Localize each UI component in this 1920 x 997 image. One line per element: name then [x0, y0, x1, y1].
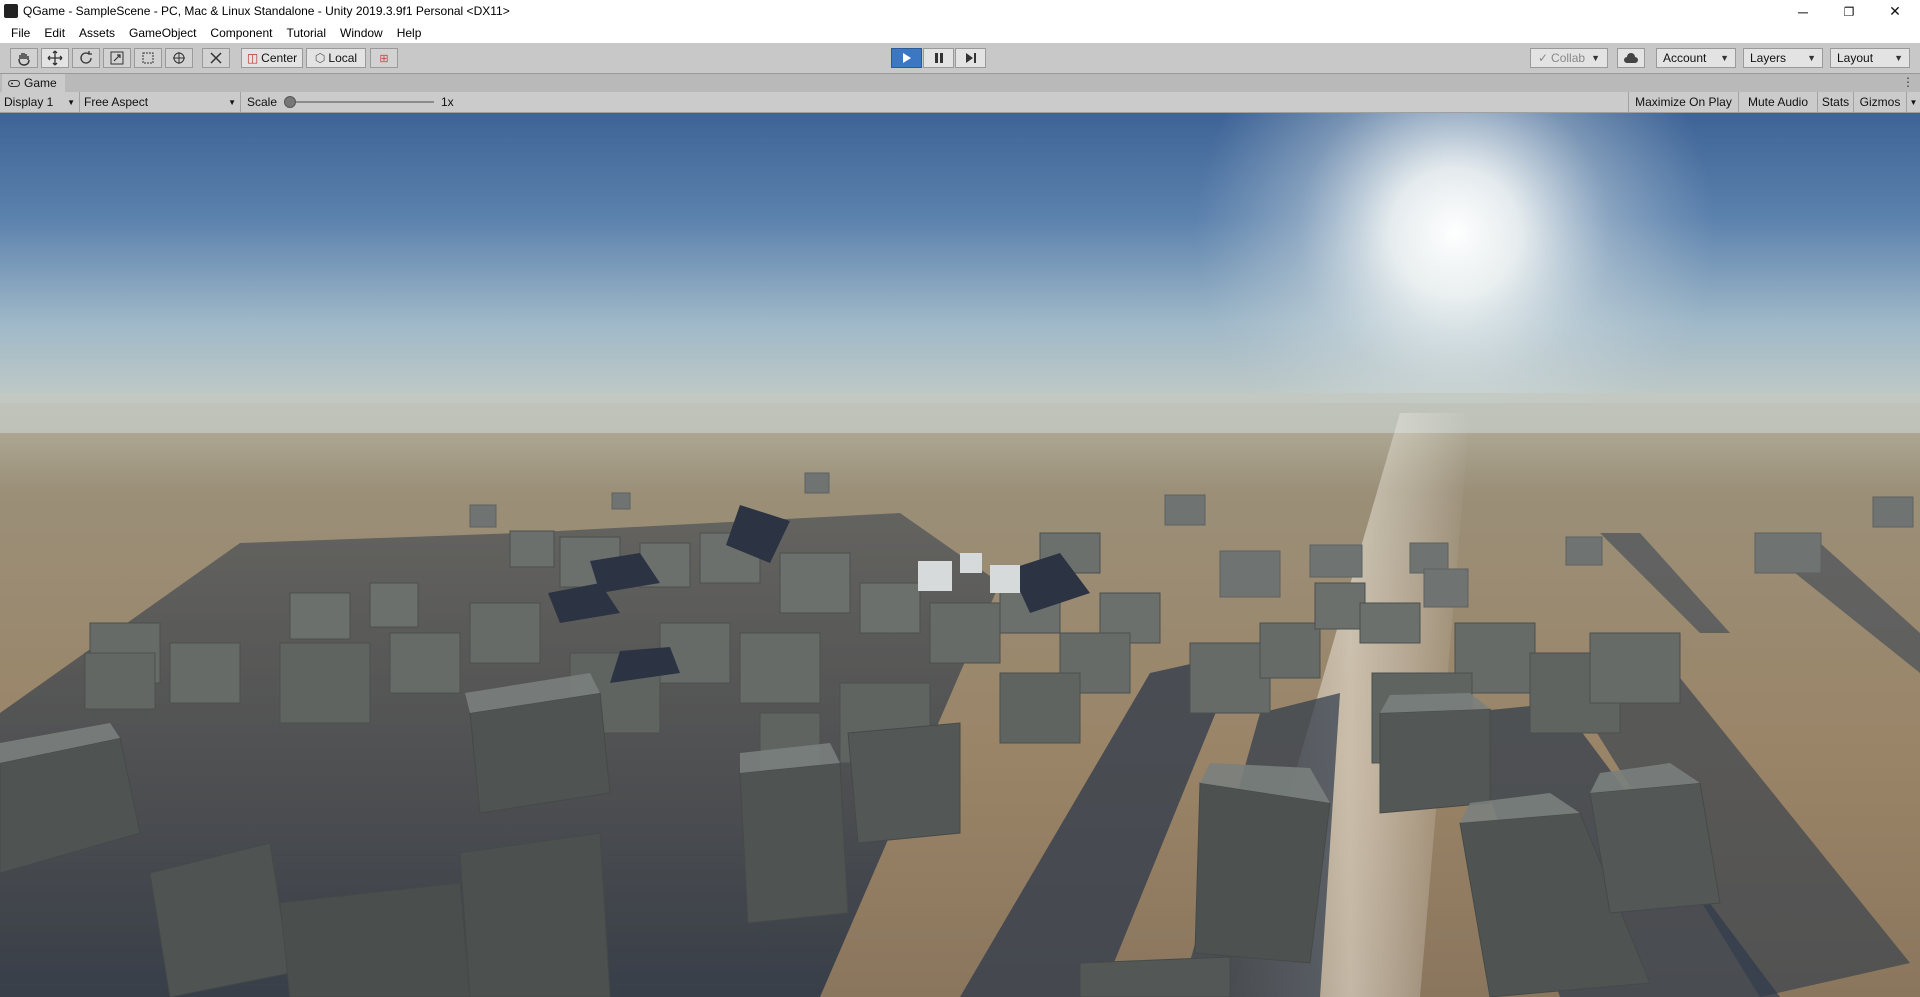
restore-button[interactable]: ❐	[1826, 0, 1872, 23]
tab-game[interactable]: Game	[2, 74, 65, 92]
gizmos-dropdown-icon[interactable]: ▼	[1906, 92, 1920, 112]
chevron-down-icon: ▼	[67, 97, 75, 107]
title-bar: QGame - SampleScene - PC, Mac & Linux St…	[0, 0, 1920, 23]
hand-icon	[18, 53, 30, 66]
menu-component[interactable]: Component	[203, 26, 279, 40]
chevron-down-icon: ▼	[1807, 53, 1816, 63]
chevron-down-icon: ▼	[1894, 53, 1903, 63]
step-icon	[965, 53, 976, 63]
account-label: Account	[1663, 51, 1707, 65]
chevron-down-icon: ▼	[1591, 53, 1600, 63]
play-button[interactable]	[891, 48, 922, 68]
scale-label: Scale	[247, 95, 278, 109]
minimize-button[interactable]: ─	[1780, 0, 1826, 23]
tab-menu-icon[interactable]: ⋮	[1902, 75, 1914, 89]
game-viewport[interactable]	[0, 113, 1920, 997]
main-toolbar: ◫ Center ⬡ Local ⊞ ✓ Collab ▼ Account ▼ …	[0, 43, 1920, 74]
game-render	[0, 113, 1920, 997]
unity-logo-icon	[4, 4, 18, 18]
play-icon	[902, 53, 911, 63]
layers-dropdown[interactable]: Layers ▼	[1743, 48, 1823, 68]
local-space-icon: ⬡	[314, 51, 326, 65]
space-label: Local	[328, 51, 358, 65]
menu-gameobject[interactable]: GameObject	[122, 26, 203, 40]
menu-file[interactable]: File	[4, 26, 37, 40]
display-dropdown[interactable]: Display 1 ▼	[0, 92, 80, 112]
mute-audio-toggle[interactable]: Mute Audio	[1738, 92, 1817, 112]
window-title: QGame - SampleScene - PC, Mac & Linux St…	[23, 4, 510, 18]
aspect-dropdown[interactable]: Free Aspect ▼	[80, 92, 241, 112]
pause-button[interactable]	[923, 48, 954, 68]
menu-help[interactable]: Help	[390, 26, 429, 40]
scale-slider-track[interactable]	[286, 101, 434, 103]
cloud-icon	[1624, 53, 1638, 63]
move-icon	[47, 50, 63, 66]
rect-icon	[142, 52, 154, 64]
rotate-tool-button[interactable]	[72, 48, 100, 68]
scale-icon	[110, 51, 124, 65]
step-button[interactable]	[955, 48, 986, 68]
menu-tutorial[interactable]: Tutorial	[279, 26, 333, 40]
rect-tool-button[interactable]	[134, 48, 162, 68]
layout-label: Layout	[1837, 51, 1874, 65]
layers-label: Layers	[1750, 51, 1787, 65]
scale-tool-button[interactable]	[103, 48, 131, 68]
pivot-center-button[interactable]: ◫ Center	[241, 48, 303, 68]
cloud-button[interactable]	[1617, 48, 1645, 68]
menu-window[interactable]: Window	[333, 26, 390, 40]
snap-icon: ⊞	[379, 52, 389, 65]
tab-game-label: Game	[24, 76, 57, 90]
snap-button[interactable]: ⊞	[370, 48, 398, 68]
menu-bar: File Edit Assets GameObject Component Tu…	[0, 23, 1920, 43]
display-label: Display 1	[4, 95, 54, 109]
transform-icon	[173, 52, 185, 64]
scale-slider-handle[interactable]	[284, 96, 296, 108]
gamepad-icon	[8, 79, 20, 87]
tab-strip: Game ⋮	[0, 74, 1920, 92]
chevron-down-icon: ▼	[1720, 53, 1729, 63]
pivot-local-button[interactable]: ⬡ Local	[306, 48, 366, 68]
menu-assets[interactable]: Assets	[72, 26, 122, 40]
collab-label: Collab	[1551, 51, 1586, 65]
collab-button[interactable]: ✓ Collab ▼	[1530, 48, 1608, 68]
pivot-icon: ◫	[246, 51, 259, 65]
pivot-label: Center	[261, 51, 298, 65]
transform-tool-button[interactable]	[165, 48, 193, 68]
custom-tool-button[interactable]	[202, 48, 230, 68]
menu-edit[interactable]: Edit	[37, 26, 72, 40]
aspect-label: Free Aspect	[84, 95, 149, 109]
custom-tool-icon	[210, 52, 222, 64]
rotate-icon	[80, 51, 92, 64]
hand-tool-button[interactable]	[10, 48, 38, 68]
move-tool-button[interactable]	[41, 48, 69, 68]
close-button[interactable]: ✕	[1872, 0, 1918, 23]
pause-icon	[934, 53, 943, 63]
scale-value: 1x	[441, 95, 454, 109]
stats-toggle[interactable]: Stats	[1817, 92, 1853, 112]
game-view-bar: Display 1 ▼ Free Aspect ▼ Scale 1x Maxim…	[0, 92, 1920, 113]
maximize-on-play-toggle[interactable]: Maximize On Play	[1628, 92, 1738, 112]
account-dropdown[interactable]: Account ▼	[1656, 48, 1736, 68]
gizmos-toggle[interactable]: Gizmos	[1853, 92, 1906, 112]
layout-dropdown[interactable]: Layout ▼	[1830, 48, 1910, 68]
chevron-down-icon: ▼	[228, 97, 236, 107]
check-icon: ✓	[1537, 51, 1549, 65]
